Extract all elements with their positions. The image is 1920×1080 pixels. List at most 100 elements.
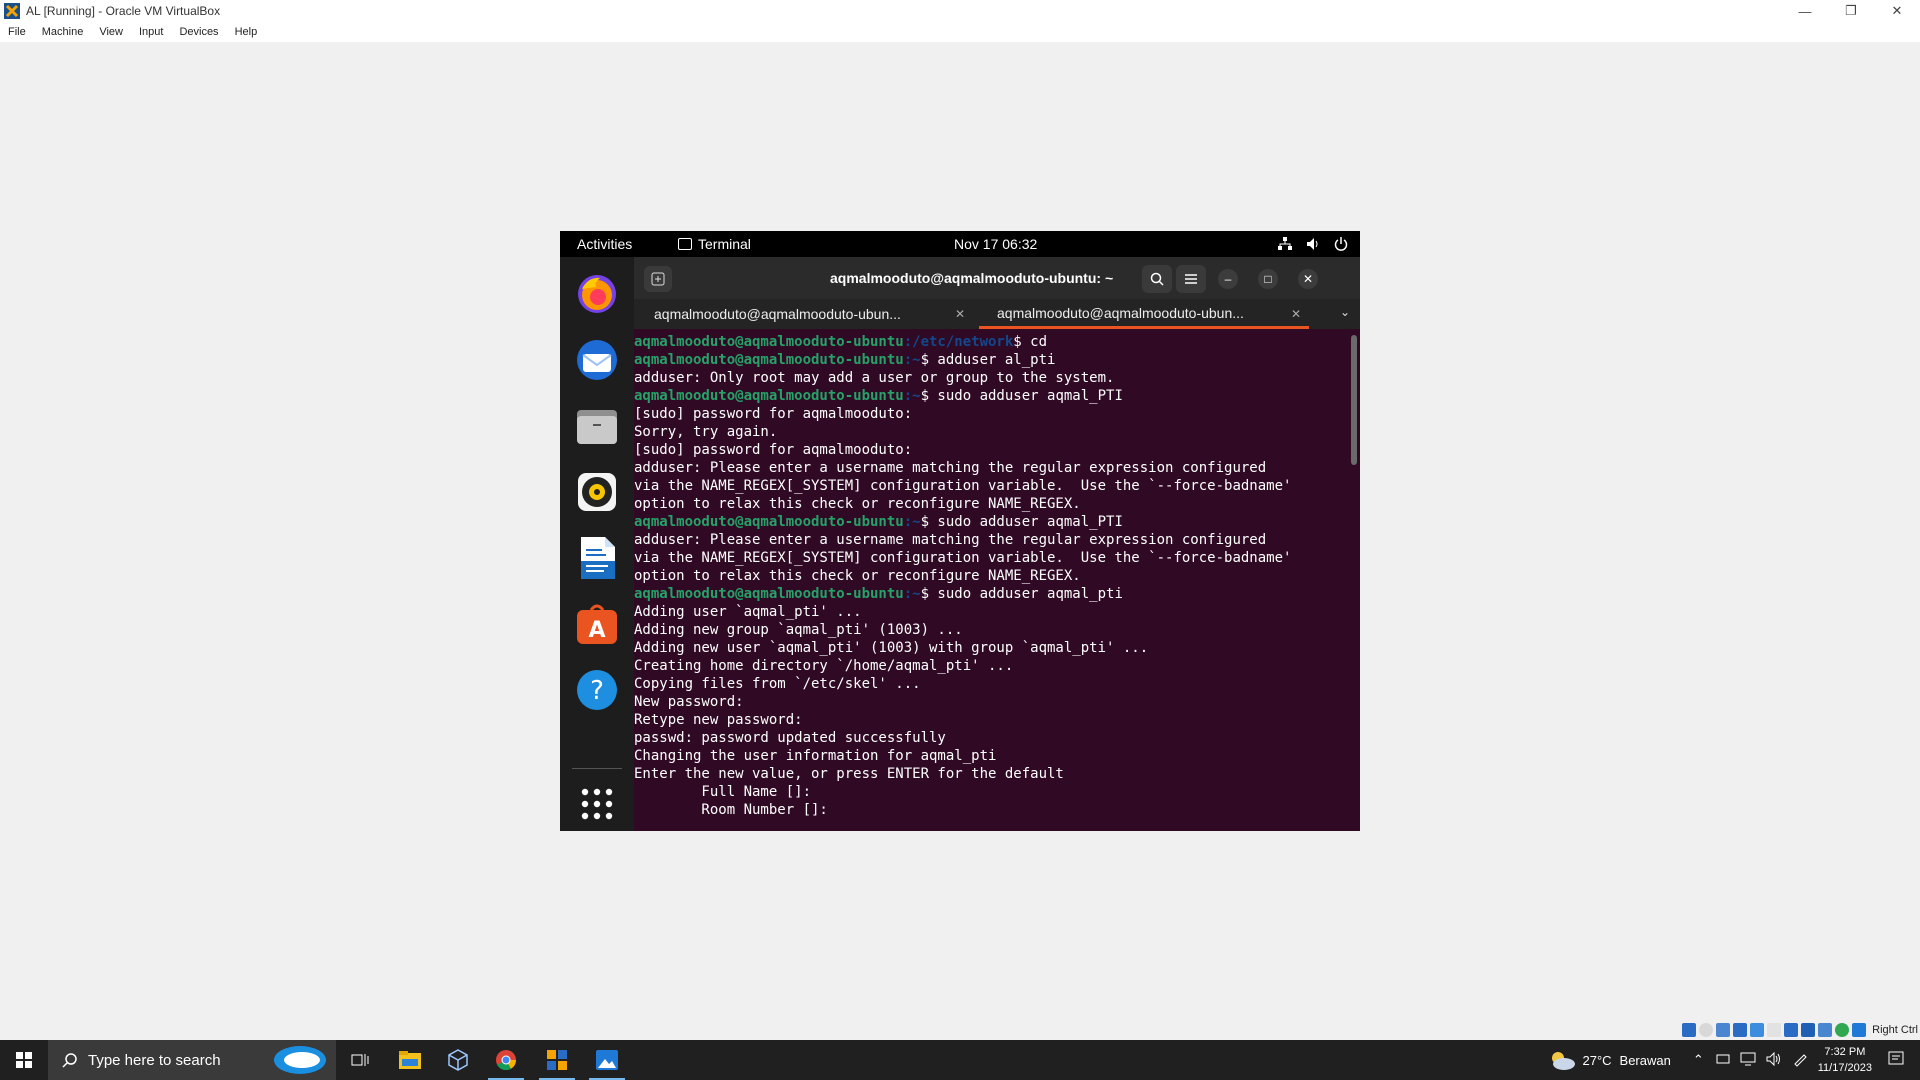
shared-folders-icon[interactable]	[1767, 1022, 1782, 1037]
taskbar-clock[interactable]: 7:32 PM 11/17/2023	[1818, 1044, 1872, 1076]
terminal-line: Retype new password:	[634, 712, 803, 728]
terminal-line: aqmalmooduto@aqmalmooduto-ubuntu:~$ sudo…	[634, 513, 1360, 531]
terminal-line: option to relax this check or reconfigur…	[634, 568, 1081, 584]
command-text: $ sudo adduser aqmal_PTI	[920, 388, 1123, 404]
audio-icon[interactable]	[1716, 1022, 1731, 1037]
new-tab-icon	[651, 272, 665, 286]
volume-icon[interactable]	[1766, 1051, 1782, 1069]
menu-machine[interactable]: Machine	[42, 26, 84, 38]
network-adapter-icon[interactable]	[1733, 1022, 1748, 1037]
help-icon[interactable]: ?	[574, 667, 620, 713]
svg-text:?: ?	[590, 676, 604, 706]
terminal-line: adduser: Please enter a username matchin…	[634, 460, 1267, 476]
usb-icon[interactable]	[1750, 1022, 1765, 1037]
show-applications-icon[interactable]	[574, 781, 620, 827]
network-icon[interactable]	[1740, 1052, 1756, 1069]
tab-1[interactable]: aqmalmooduto@aqmalmooduto-ubun... ✕	[636, 299, 973, 329]
terminal-line: Adding user `aqmal_pti' ...	[634, 604, 862, 620]
hamburger-menu-button[interactable]	[1176, 265, 1206, 293]
tab-close-icon[interactable]: ✕	[955, 307, 965, 321]
network-icon[interactable]	[1276, 235, 1294, 253]
terminal-line: [sudo] password for aqmalmooduto:	[634, 442, 913, 458]
clock[interactable]: Nov 17 06:32	[954, 236, 1037, 252]
terminal-line: aqmalmooduto@aqmalmooduto-ubuntu:~$ addu…	[634, 351, 1360, 369]
tabs-dropdown-icon[interactable]: ⌄	[1340, 305, 1350, 319]
menu-devices[interactable]: Devices	[179, 26, 218, 38]
windows-logo-icon	[16, 1052, 32, 1068]
rhythmbox-icon[interactable]	[574, 469, 620, 515]
terminal-line: Adding new group `aqmal_pti' (1003) ...	[634, 622, 963, 638]
new-tab-button[interactable]	[644, 266, 672, 292]
volume-icon[interactable]	[1304, 235, 1322, 253]
start-button[interactable]	[0, 1040, 48, 1080]
command-text: $ sudo adduser aqmal_pti	[920, 586, 1123, 602]
mouse-integration-icon[interactable]	[1835, 1022, 1850, 1037]
tab-2[interactable]: aqmalmooduto@aqmalmooduto-ubun... ✕	[979, 299, 1309, 329]
close-button[interactable]: ✕	[1298, 269, 1318, 289]
search-icon	[1150, 272, 1164, 286]
virtualbox-vm-icon[interactable]	[533, 1040, 581, 1080]
virtualbox-taskbar-icon[interactable]	[434, 1040, 482, 1080]
terminal-line: New password:	[634, 694, 744, 710]
weather-cloudy-icon[interactable]	[1548, 1049, 1576, 1071]
minimize-button[interactable]: —	[1782, 0, 1828, 22]
virtualbox-logo-icon	[4, 3, 20, 19]
power-icon[interactable]	[1332, 235, 1350, 253]
file-explorer-icon[interactable]	[386, 1040, 434, 1080]
system-tray: 27°C Berawan ⌃ 7:32 PM 11/17/2023	[1548, 1040, 1920, 1080]
minimize-button[interactable]: –	[1218, 269, 1238, 289]
chevron-up-icon[interactable]: ⌃	[1693, 1052, 1704, 1068]
menu-view[interactable]: View	[99, 26, 123, 38]
photos-icon[interactable]	[583, 1040, 631, 1080]
terminal-output[interactable]: aqmalmooduto@aqmalmooduto-ubuntu:/etc/ne…	[634, 329, 1360, 831]
files-icon[interactable]	[574, 403, 620, 449]
tab-label: aqmalmooduto@aqmalmooduto-ubun...	[654, 306, 901, 322]
activities-button[interactable]: Activities	[577, 236, 632, 252]
menu-input[interactable]: Input	[139, 26, 163, 38]
keyboard-capture-icon[interactable]	[1852, 1022, 1867, 1037]
tab-label: aqmalmooduto@aqmalmooduto-ubun...	[997, 304, 1244, 321]
taskbar-date: 11/17/2023	[1817, 1062, 1872, 1074]
video-capture-icon[interactable]	[1801, 1022, 1816, 1037]
menu-help[interactable]: Help	[235, 26, 258, 38]
firefox-icon[interactable]	[574, 271, 620, 317]
app-menu[interactable]: Terminal	[678, 236, 751, 252]
cpu-icon[interactable]	[1818, 1022, 1833, 1037]
terminal-line: Sorry, try again.	[634, 424, 778, 440]
libreoffice-writer-icon[interactable]	[574, 535, 620, 581]
weather-temperature[interactable]: 27°C	[1582, 1053, 1611, 1068]
terminal-scrollbar[interactable]	[1351, 335, 1357, 465]
display-icon[interactable]	[1784, 1022, 1799, 1037]
host-key-label: Right Ctrl	[1872, 1023, 1918, 1036]
terminal-headerbar: aqmalmooduto@aqmalmooduto-ubuntu: ~ – □ …	[634, 257, 1360, 299]
vbox-titlebar: AL [Running] - Oracle VM VirtualBox — ❐ …	[0, 0, 1920, 22]
chrome-icon[interactable]	[482, 1040, 530, 1080]
terminal-title: aqmalmooduto@aqmalmooduto-ubuntu: ~	[830, 270, 1114, 286]
close-button[interactable]: ✕	[1874, 0, 1920, 22]
menu-file[interactable]: File	[8, 26, 26, 38]
search-button[interactable]	[1142, 265, 1172, 293]
app-menu-label: Terminal	[698, 236, 751, 252]
prompt-user: aqmalmooduto@aqmalmooduto-ubuntu	[634, 334, 904, 350]
windows-taskbar: Type here to search 27°C Berawan ⌃ 7:32 …	[0, 1040, 1920, 1080]
prompt-path: :~	[903, 586, 921, 602]
tab-bar: aqmalmooduto@aqmalmooduto-ubun... ✕ aqma…	[634, 299, 1360, 329]
restore-button[interactable]: ❐	[1828, 0, 1874, 22]
thunderbird-icon[interactable]	[574, 337, 620, 383]
search-box[interactable]: Type here to search	[48, 1040, 336, 1080]
taskbar-time: 7:32 PM	[1824, 1046, 1866, 1058]
task-view-icon[interactable]	[336, 1040, 384, 1080]
terminal-line: adduser: Please enter a username matchin…	[634, 532, 1267, 548]
notifications-icon[interactable]	[1888, 1051, 1904, 1070]
pen-ink-icon[interactable]	[1792, 1051, 1808, 1070]
tab-close-icon[interactable]: ✕	[1291, 307, 1301, 321]
optical-drive-icon[interactable]	[1699, 1022, 1714, 1037]
vm-screen[interactable]: Activities Terminal Nov 17 06:32 A ? aqm…	[560, 231, 1360, 831]
harddisk-icon[interactable]	[1682, 1022, 1697, 1037]
software-center-icon[interactable]: A	[574, 601, 620, 647]
weather-condition[interactable]: Berawan	[1620, 1053, 1671, 1068]
ubuntu-dock: A ?	[560, 257, 634, 831]
command-text: $ cd	[1013, 334, 1048, 350]
maximize-button[interactable]: □	[1258, 269, 1278, 289]
meet-now-icon[interactable]	[1716, 1052, 1730, 1069]
